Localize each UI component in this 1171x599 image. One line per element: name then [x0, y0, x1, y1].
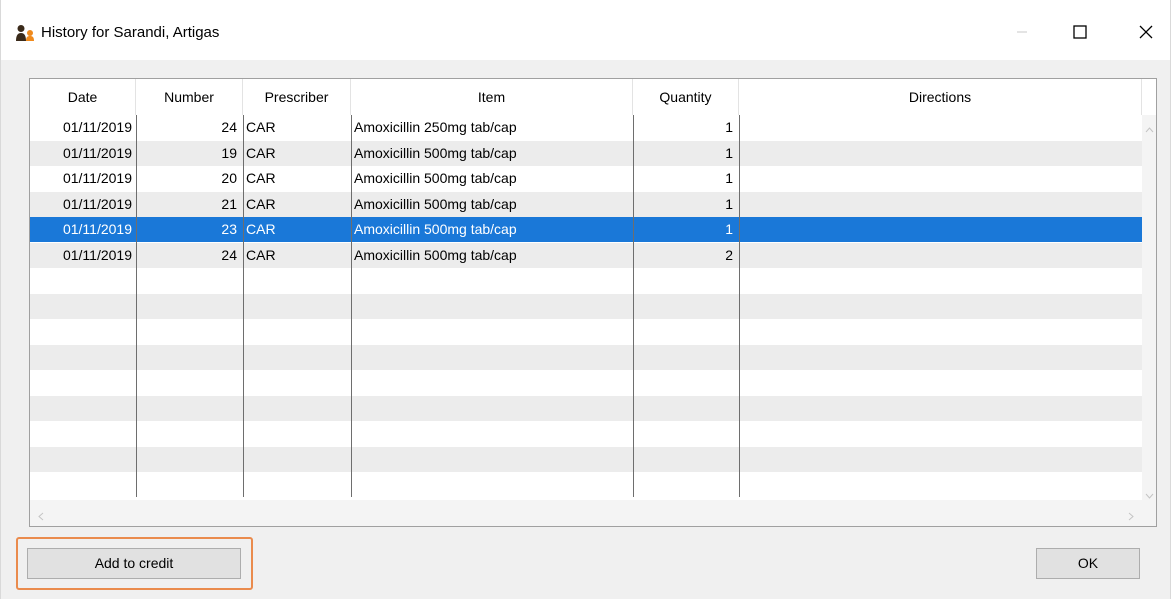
cell-quantity: 2: [725, 246, 733, 263]
column-header-item[interactable]: Item: [351, 79, 633, 115]
table-row-selected[interactable]: 01/11/2019 23 CAR Amoxicillin 500mg tab/cap…: [30, 217, 1142, 242]
cell-prescriber: CAR: [246, 144, 276, 161]
cell-date: 01/11/2019: [62, 144, 132, 161]
table-row[interactable]: [30, 293, 1142, 319]
history-table[interactable]: Date Number Prescriber Item Quantity Dir…: [29, 78, 1157, 527]
cell-quantity: 1: [725, 221, 733, 237]
history-dialog: History for Sarandi, Artigas Date Number…: [0, 0, 1171, 599]
window-title: History for Sarandi, Artigas: [41, 24, 220, 41]
table-row[interactable]: 01/11/2019 24 CAR Amoxicillin 500mg tab/cap…: [30, 242, 1142, 268]
cell-item: Amoxicillin 500mg tab/cap: [354, 246, 517, 263]
cell-prescriber: CAR: [246, 170, 276, 186]
cell-number: 23: [221, 221, 237, 237]
column-header-prescriber[interactable]: Prescriber: [243, 79, 351, 115]
maximize-icon: [1073, 24, 1087, 42]
cell-directions: [739, 141, 1142, 166]
cell-number: 19: [221, 144, 237, 161]
table-row[interactable]: 01/11/2019 21 CAR Amoxicillin 500mg tab/cap…: [30, 191, 1142, 217]
cell-prescriber: CAR: [246, 221, 276, 237]
vertical-scrollbar[interactable]: [1142, 115, 1156, 501]
column-header-quantity[interactable]: Quantity: [633, 79, 739, 115]
cell-date: 01/11/2019: [62, 195, 132, 212]
scroll-right-icon[interactable]: [1128, 509, 1134, 524]
cell-item: Amoxicillin 500mg tab/cap: [354, 221, 517, 237]
title-bar: History for Sarandi, Artigas: [1, 0, 1170, 60]
cell-prescriber: CAR: [246, 195, 276, 212]
cell-date: 01/11/2019: [62, 119, 132, 135]
column-divider: [136, 115, 137, 497]
ok-button[interactable]: OK: [1036, 548, 1140, 579]
column-divider: [739, 115, 740, 497]
column-header-number[interactable]: Number: [136, 79, 243, 115]
cell-item: Amoxicillin 500mg tab/cap: [354, 195, 517, 212]
cell-directions: [739, 243, 1142, 268]
horizontal-scrollbar[interactable]: [30, 500, 1156, 526]
cell-directions: [739, 115, 1142, 140]
minimize-button[interactable]: [999, 14, 1045, 52]
cell-number: 21: [221, 195, 237, 212]
table-row[interactable]: [30, 268, 1142, 293]
cell-quantity: 1: [725, 170, 733, 186]
column-header-date[interactable]: Date: [30, 79, 136, 115]
scroll-up-icon[interactable]: [1145, 121, 1154, 136]
table-row[interactable]: [30, 344, 1142, 370]
scroll-left-icon[interactable]: [38, 509, 44, 524]
column-divider: [243, 115, 244, 497]
column-divider: [633, 115, 634, 497]
cell-quantity: 1: [725, 195, 733, 212]
cell-date: 01/11/2019: [62, 246, 132, 263]
cell-directions: [739, 192, 1142, 217]
table-row[interactable]: [30, 472, 1142, 497]
table-row[interactable]: [30, 319, 1142, 344]
cell-directions: [739, 217, 1142, 242]
maximize-button[interactable]: [1057, 14, 1103, 52]
cell-number: 24: [221, 246, 237, 263]
close-button[interactable]: [1123, 14, 1169, 52]
cell-date: 01/11/2019: [62, 170, 132, 186]
table-row[interactable]: [30, 370, 1142, 395]
cell-number: 20: [221, 170, 237, 186]
cell-prescriber: CAR: [246, 119, 276, 135]
table-row[interactable]: 01/11/2019 19 CAR Amoxicillin 500mg tab/cap…: [30, 140, 1142, 166]
cell-quantity: 1: [725, 144, 733, 161]
cell-directions: [739, 166, 1142, 191]
cell-number: 24: [221, 119, 237, 135]
cell-quantity: 1: [725, 119, 733, 135]
table-row[interactable]: [30, 395, 1142, 421]
column-divider: [351, 115, 352, 497]
table-row[interactable]: [30, 446, 1142, 472]
cell-item: Amoxicillin 500mg tab/cap: [354, 170, 517, 186]
patient-icon: [15, 24, 39, 42]
cell-date: 01/11/2019: [62, 221, 132, 237]
cell-item: Amoxicillin 500mg tab/cap: [354, 144, 517, 161]
cell-prescriber: CAR: [246, 246, 276, 263]
close-icon: [1139, 25, 1153, 42]
cell-item: Amoxicillin 250mg tab/cap: [354, 119, 517, 135]
table-row[interactable]: 01/11/2019 20 CAR Amoxicillin 500mg tab/cap…: [30, 166, 1142, 191]
add-to-credit-button[interactable]: Add to credit: [27, 548, 241, 579]
table-row[interactable]: 01/11/2019 24 CAR Amoxicillin 250mg tab/cap…: [30, 115, 1142, 140]
table-row[interactable]: [30, 421, 1142, 446]
minimize-icon: [1016, 25, 1028, 41]
column-header-directions[interactable]: Directions: [739, 79, 1142, 115]
